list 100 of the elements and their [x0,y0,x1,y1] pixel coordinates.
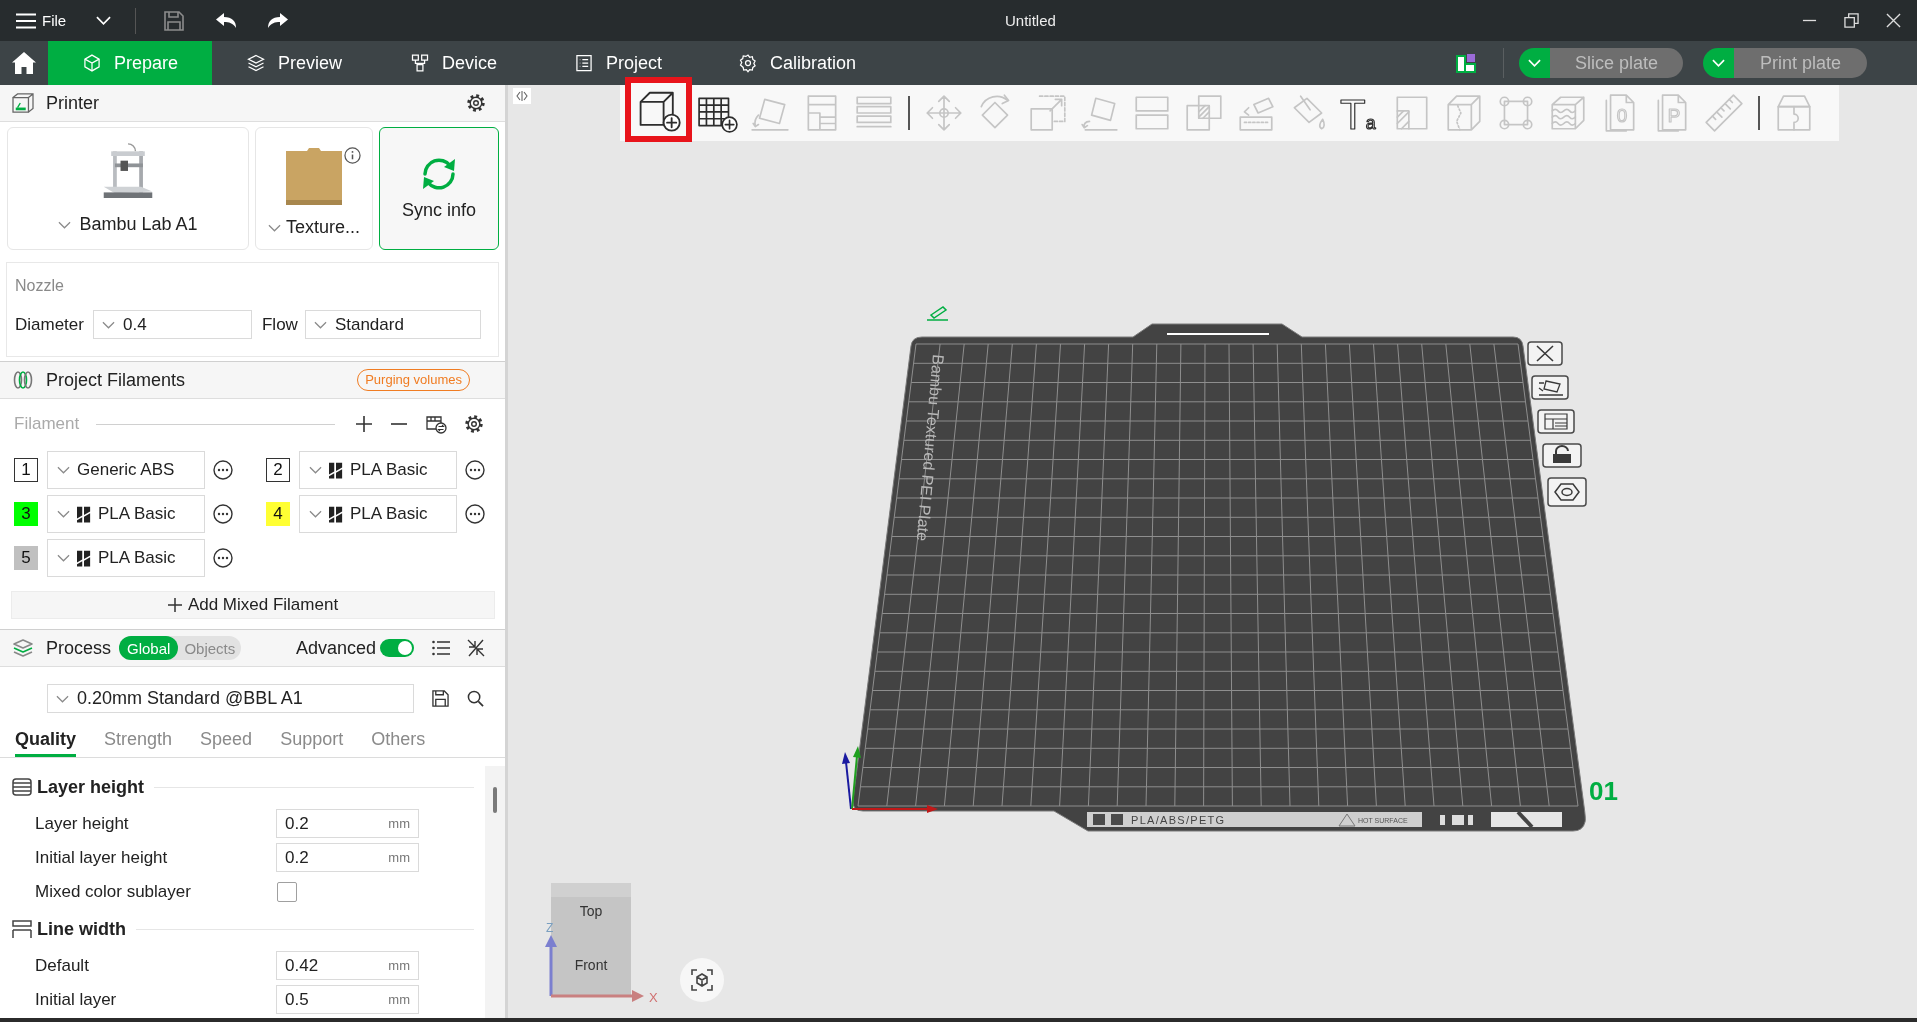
view-button[interactable] [680,958,724,1002]
filament-slot-number[interactable]: 3 [14,502,38,526]
filament-slot-number[interactable]: 4 [266,502,290,526]
flow-dropdown[interactable]: Standard [304,310,481,339]
more-icon[interactable] [213,548,233,568]
info-icon[interactable] [344,147,361,164]
layout-icon[interactable] [1456,53,1476,73]
nav-tab[interactable]: Project [540,41,704,85]
filament-slot-number[interactable]: 5 [14,546,38,570]
section-heading: Line width [37,918,126,940]
unit-label: mm [388,992,410,1007]
devices-icon [410,53,430,73]
arrange-icon[interactable] [1537,409,1575,434]
checkbox[interactable] [277,881,297,902]
more-icon[interactable] [465,460,485,480]
more-icon[interactable] [213,504,233,524]
lock-icon[interactable] [1542,443,1582,468]
chevron-down-icon [313,320,327,329]
more-icon[interactable] [213,460,233,480]
settings-tab[interactable]: Strength [104,725,173,757]
setting-label: Layer height [34,813,130,834]
panel-title: Project Filaments [46,369,186,391]
filament-slot-number[interactable]: 2 [266,458,290,482]
layers-icon [12,638,34,658]
number-field[interactable]: 0.2 mm [276,843,419,872]
setting-label: Initial layer height [34,847,169,868]
field-label: Flow [261,314,298,335]
add-icon [167,598,182,612]
collapse-panel-button[interactable] [513,88,531,104]
diameter-dropdown[interactable]: 0.4 [92,310,252,339]
plate-selector[interactable]: Texture... [255,127,373,250]
settings-icon[interactable] [466,93,486,113]
printer-model: Bambu Lab A1 [79,214,198,235]
axis-label: X [649,990,658,1005]
brand-logo-icon [77,549,91,567]
dropdown-button[interactable] [1519,48,1550,78]
number-field[interactable]: 0.42 mm [276,951,419,980]
save-icon[interactable] [432,690,449,707]
redo-icon[interactable] [268,12,289,29]
nav-tab[interactable]: Calibration [704,41,868,85]
layer-stack-icon [12,777,32,797]
settings-icon[interactable] [464,414,484,434]
number-field[interactable]: 0.5 mm [276,985,419,1014]
field-label: Diameter [15,314,84,335]
nav-tab[interactable]: Device [376,41,540,85]
settings-tab[interactable]: Quality [15,725,76,757]
add-mixed-filament-button[interactable]: Add Mixed Filament [11,591,495,619]
face-label: Top [579,903,603,919]
auto-orient-icon[interactable] [1531,375,1569,400]
chevron-down-icon [58,220,72,229]
setting-label: Mixed color sublayer [34,881,192,902]
box-swap-icon[interactable] [425,414,447,434]
brand-logo-icon [329,505,343,523]
setting-label: Default [34,955,90,976]
filament-dropdown[interactable]: Generic ABS [47,451,205,489]
axis-label: Z [546,921,554,935]
axis-arrows-icon [545,935,644,1002]
setting-label: Initial layer [34,989,118,1010]
preset-dropdown[interactable]: 0.20mm Standard @BBL A1 [47,684,414,713]
undo-icon[interactable] [216,12,237,29]
line-width-icon [12,919,32,939]
file-menu-button[interactable]: File [16,12,67,29]
nav-tab[interactable]: Preview [212,41,376,85]
home-icon[interactable] [12,52,36,74]
chevron-down-icon [57,510,70,518]
close-icon[interactable] [1527,341,1563,366]
filament-slot-number[interactable]: 1 [14,458,38,482]
plate-thumbnail [286,147,342,205]
collapse-icon[interactable] [466,638,486,658]
list-icon[interactable] [432,640,450,656]
scrollbar-thumb[interactable] [493,787,497,813]
panel-title: Process [46,637,112,659]
cog-icon [738,53,758,73]
chevron-down-icon [1712,59,1725,67]
filament-dropdown[interactable]: PLA Basic [47,495,205,533]
filament-dropdown[interactable]: PLA Basic [299,495,457,533]
add-icon[interactable] [355,415,373,433]
restore-icon[interactable] [1843,13,1859,28]
settings-tab[interactable]: Speed [200,725,253,757]
filament-dropdown[interactable]: PLA Basic [299,451,457,489]
number-field[interactable]: 0.2 mm [276,809,419,838]
list-icon [574,53,594,73]
more-icon[interactable] [465,504,485,524]
window-title: Untitled [1005,12,1056,29]
chevron-down-icon [57,554,70,562]
chevron-down-icon [1528,59,1541,67]
plate-number: 01 [1589,776,1618,806]
sync-button[interactable]: Sync info [379,127,499,250]
search-icon[interactable] [467,690,484,707]
brand-logo-icon [77,505,91,523]
cube-icon [82,53,102,73]
layers-icon [246,53,266,73]
nut-icon[interactable] [1547,477,1587,507]
toggle-switch[interactable] [380,639,414,657]
text-tool-button[interactable]: Ta [1339,92,1381,134]
unit-label: mm [388,958,410,973]
printer-selector[interactable]: Bambu Lab A1 [7,127,249,250]
chevron-down-icon[interactable] [96,16,112,25]
dropdown-button[interactable] [1703,48,1734,78]
filament-dropdown[interactable]: PLA Basic [47,539,205,577]
